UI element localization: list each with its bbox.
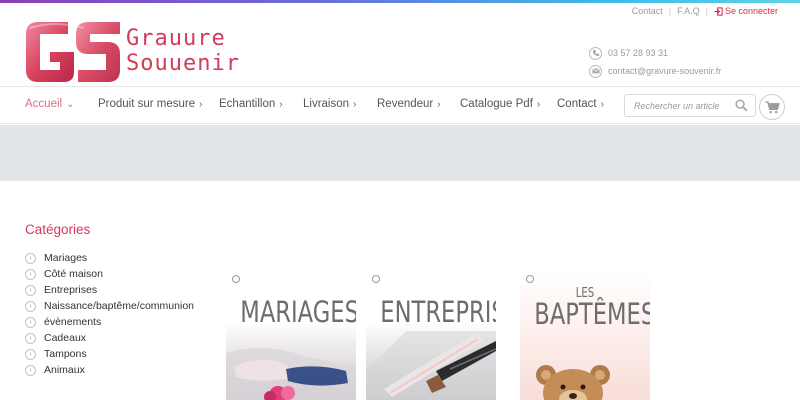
- category-item[interactable]: › Cadeaux: [25, 330, 194, 346]
- category-item[interactable]: › Animaux: [25, 362, 194, 378]
- phone-row: 03 57 28 93 31: [589, 45, 721, 61]
- chevron-right-icon: ›: [536, 99, 541, 110]
- nav-item-label: Contact: [557, 98, 597, 110]
- site-logo[interactable]: Grauure Souuenir: [24, 18, 239, 88]
- nav-item-label: Echantillon: [219, 98, 276, 110]
- chevron-right-icon: ›: [25, 364, 36, 376]
- login-link[interactable]: Se connecter: [714, 6, 778, 16]
- categories-title: Catégories: [25, 222, 91, 237]
- category-label: Cadeaux: [44, 332, 87, 344]
- chevron-right-icon: ›: [600, 99, 604, 110]
- chevron-right-icon: ›: [25, 300, 36, 312]
- category-label: Animaux: [44, 364, 85, 376]
- logo-line-2: Souuenir: [126, 51, 240, 76]
- top-link-contact[interactable]: Contact: [632, 6, 663, 16]
- separator: |: [668, 6, 672, 16]
- logo-line-1: Grauure: [126, 26, 226, 51]
- categories-list: › Mariages › Côté maison › Entreprises › Nai…: [25, 250, 194, 378]
- nav-item-produit-sur-mesure[interactable]: Produit sur mesure ›: [98, 98, 203, 110]
- envelope-icon: [589, 64, 602, 78]
- nav-item-echantillon[interactable]: Echantillon ›: [219, 98, 283, 110]
- login-icon: [714, 6, 723, 16]
- email-row: contact@gravure-souvenir.fr: [589, 63, 721, 79]
- nav-item-label: Produit sur mesure: [98, 98, 196, 110]
- logo-mark: [26, 22, 120, 82]
- search-icon[interactable]: [735, 99, 748, 112]
- nav-item-label: Catalogue Pdf: [460, 98, 533, 110]
- category-label: évènements: [44, 316, 102, 328]
- category-item[interactable]: › Tampons: [25, 346, 194, 362]
- email-address[interactable]: contact@gravure-souvenir.fr: [608, 66, 721, 76]
- category-tile-baptemes[interactable]: LES BAPTÊMES: [520, 271, 650, 400]
- category-label: Tampons: [44, 348, 87, 360]
- chevron-right-icon: ›: [25, 268, 36, 280]
- category-item[interactable]: › Naissance/baptême/communion: [25, 298, 194, 314]
- tile-photo: [226, 347, 356, 400]
- cart-button[interactable]: [759, 94, 785, 120]
- chevron-right-icon: ›: [279, 99, 283, 110]
- logo-text: Grauure Souuenir: [126, 26, 240, 76]
- chevron-right-icon: ›: [199, 99, 203, 110]
- nav-item-accueil[interactable]: Accueil ⌄: [25, 98, 74, 110]
- chevron-right-icon: ›: [353, 99, 357, 110]
- nav-item-livraison[interactable]: Livraison ›: [303, 98, 356, 110]
- chevron-right-icon: ›: [25, 332, 36, 344]
- category-label: Mariages: [44, 252, 88, 264]
- hero-banner: [0, 125, 800, 181]
- category-label: Côté maison: [44, 268, 103, 280]
- category-label: Naissance/baptême/communion: [44, 300, 194, 312]
- phone-number[interactable]: 03 57 28 93 31: [608, 48, 668, 58]
- category-item[interactable]: › Côté maison: [25, 266, 194, 282]
- nav-item-catalogue-pdf[interactable]: Catalogue Pdf ›: [460, 98, 540, 110]
- chevron-right-icon: ›: [437, 99, 441, 110]
- cart-icon: [765, 100, 780, 113]
- phone-icon: [589, 46, 602, 60]
- search-input[interactable]: [625, 95, 730, 116]
- separator: |: [705, 6, 708, 16]
- chevron-right-icon: ›: [25, 252, 36, 264]
- chevron-right-icon: ›: [25, 316, 36, 328]
- top-gradient-line: [0, 0, 800, 3]
- nav-item-label: Revendeur: [377, 98, 434, 110]
- category-tile-entreprises[interactable]: ENTREPRISES: [366, 271, 496, 400]
- top-links: Contact | F.A.Q | Se connecter: [632, 6, 778, 16]
- category-label: Entreprises: [44, 284, 98, 296]
- tile-photo: [366, 331, 496, 400]
- search-box: [624, 94, 756, 117]
- main-navigation: Accueil ⌄ Produit sur mesure › Echantillon…: [0, 86, 800, 124]
- nav-item-contact[interactable]: Contact ›: [557, 98, 604, 110]
- nav-item-label: Livraison: [303, 98, 350, 110]
- category-item[interactable]: › évènements: [25, 314, 194, 330]
- teddy-bear-image: [536, 365, 610, 400]
- login-label: Se connecter: [724, 6, 778, 16]
- contact-info: 03 57 28 93 31 contact@gravure-souvenir.…: [589, 45, 721, 81]
- category-item[interactable]: › Mariages: [25, 250, 194, 266]
- top-link-faq[interactable]: F.A.Q: [677, 6, 700, 16]
- nav-item-label: Accueil: [25, 98, 63, 110]
- category-tile-mariages[interactable]: MARIAGES: [226, 271, 356, 400]
- chevron-right-icon: ›: [25, 284, 36, 296]
- nav-item-revendeur[interactable]: Revendeur ›: [377, 98, 441, 110]
- chevron-right-icon: ›: [25, 348, 36, 360]
- chevron-down-icon: ⌄: [66, 99, 75, 110]
- category-item[interactable]: › Entreprises: [25, 282, 194, 298]
